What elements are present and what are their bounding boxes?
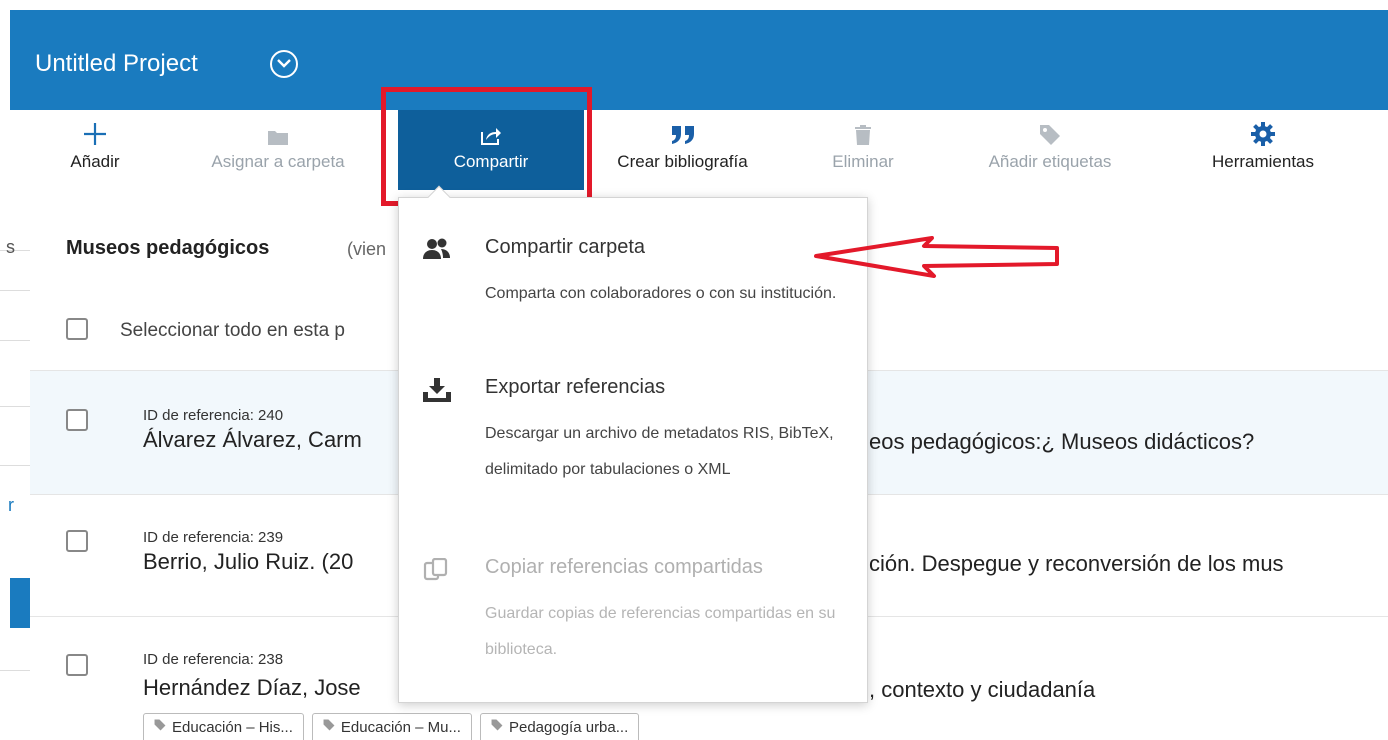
add-button[interactable]: Añadir — [60, 110, 130, 190]
sidebar-divider — [0, 290, 30, 291]
tag-icon — [154, 719, 166, 731]
tag-label: Pedagogía urba... — [508, 719, 629, 736]
sidebar-strip: s r — [0, 200, 30, 740]
share-folder-item[interactable]: Compartir carpeta Comparta con colaborad… — [399, 236, 869, 356]
row-checkbox[interactable] — [66, 654, 88, 676]
trash-icon — [818, 110, 908, 146]
gear-icon — [1188, 110, 1338, 146]
tag-icon — [323, 719, 335, 731]
reference-title[interactable]: Álvarez Álvarez, Carm — [143, 427, 362, 453]
add-tags-label: Añadir etiquetas — [988, 152, 1112, 171]
sidebar-divider — [0, 406, 30, 407]
tools-label: Herramientas — [1211, 152, 1315, 171]
toolbar: Añadir Asignar a carpeta Compartir Crear… — [10, 110, 1388, 200]
sidebar-partial-link[interactable]: r — [8, 495, 14, 516]
reference-id: ID de referencia: 239 — [143, 529, 284, 546]
export-references-title: Exportar referencias — [485, 376, 666, 398]
project-title[interactable]: Untitled Project — [35, 50, 198, 78]
tag-chip[interactable]: Pedagogía urba... — [479, 713, 640, 740]
users-icon — [423, 238, 451, 265]
copy-icon — [423, 557, 449, 587]
highlight-box — [381, 87, 592, 206]
delete-label: Eliminar — [832, 152, 894, 171]
quote-icon — [595, 110, 770, 146]
assign-folder-button[interactable]: Asignar a carpeta — [188, 110, 368, 190]
select-all-checkbox[interactable] — [66, 318, 88, 340]
chevron-down-icon[interactable] — [270, 50, 298, 78]
reference-title-end[interactable]: eos pedagógicos:¿ Museos didácticos? — [869, 429, 1254, 455]
share-folder-title: Compartir carpeta — [485, 236, 646, 258]
export-references-description: Descargar un archivo de metadatos RIS, B… — [485, 425, 834, 478]
reference-title-end[interactable]: , contexto y ciudadanía — [869, 677, 1095, 703]
select-all-label: Seleccionar todo en esta p — [120, 320, 345, 341]
reference-id: ID de referencia: 240 — [143, 407, 284, 424]
annotation-arrow-icon — [814, 236, 1059, 278]
sidebar-divider — [0, 670, 30, 671]
tag-label: Educación – Mu... — [340, 719, 461, 736]
copy-shared-references-description: Guardar copias de referencias compartida… — [485, 605, 836, 658]
delete-button[interactable]: Eliminar — [818, 110, 908, 190]
share-dropdown-menu: Compartir carpeta Comparta con colaborad… — [398, 185, 869, 703]
reference-title[interactable]: Hernández Díaz, Jose — [143, 675, 361, 701]
row-checkbox[interactable] — [66, 409, 88, 431]
tag-label: Educación – His... — [172, 719, 293, 736]
assign-folder-label: Asignar a carpeta — [211, 152, 345, 171]
project-header: Untitled Project — [10, 10, 1388, 110]
sidebar-divider — [0, 465, 30, 466]
reference-id: ID de referencia: 238 — [143, 651, 284, 668]
share-folder-description: Comparta con colaboradores o con su inst… — [485, 285, 837, 302]
tag-chip[interactable]: Educación – His... — [143, 713, 304, 740]
tag-icon — [491, 719, 503, 731]
sidebar-partial-text: s — [6, 237, 15, 257]
add-label: Añadir — [70, 152, 120, 171]
folder-icon — [188, 110, 368, 146]
copy-shared-references-title: Copiar referencias compartidas — [485, 556, 763, 578]
tag-list: Educación – His... Educación – Mu... Ped… — [143, 713, 640, 740]
create-bibliography-label: Crear bibliografía — [617, 152, 748, 171]
tag-icon — [965, 110, 1135, 146]
folder-title: Museos pedagógicos — [66, 237, 270, 259]
plus-icon — [60, 110, 130, 146]
sidebar-menu-button[interactable] — [10, 578, 30, 628]
add-tags-button[interactable]: Añadir etiquetas — [965, 110, 1135, 190]
sidebar-divider — [0, 340, 30, 341]
tag-chip[interactable]: Educación – Mu... — [311, 713, 472, 740]
export-references-item[interactable]: Exportar referencias Descargar un archiv… — [399, 376, 869, 536]
copy-shared-references-item[interactable]: Copiar referencias compartidas Guardar c… — [399, 556, 869, 686]
create-bibliography-button[interactable]: Crear bibliografía — [595, 110, 770, 190]
sidebar-divider — [0, 250, 30, 251]
reference-title-end[interactable]: ción. Despegue y reconversión de los mus — [869, 551, 1284, 577]
folder-subtitle: (vien — [347, 239, 387, 259]
row-checkbox[interactable] — [66, 530, 88, 552]
tools-button[interactable]: Herramientas — [1188, 110, 1338, 190]
download-icon — [423, 378, 451, 407]
reference-title[interactable]: Berrio, Julio Ruiz. (20 — [143, 549, 353, 575]
